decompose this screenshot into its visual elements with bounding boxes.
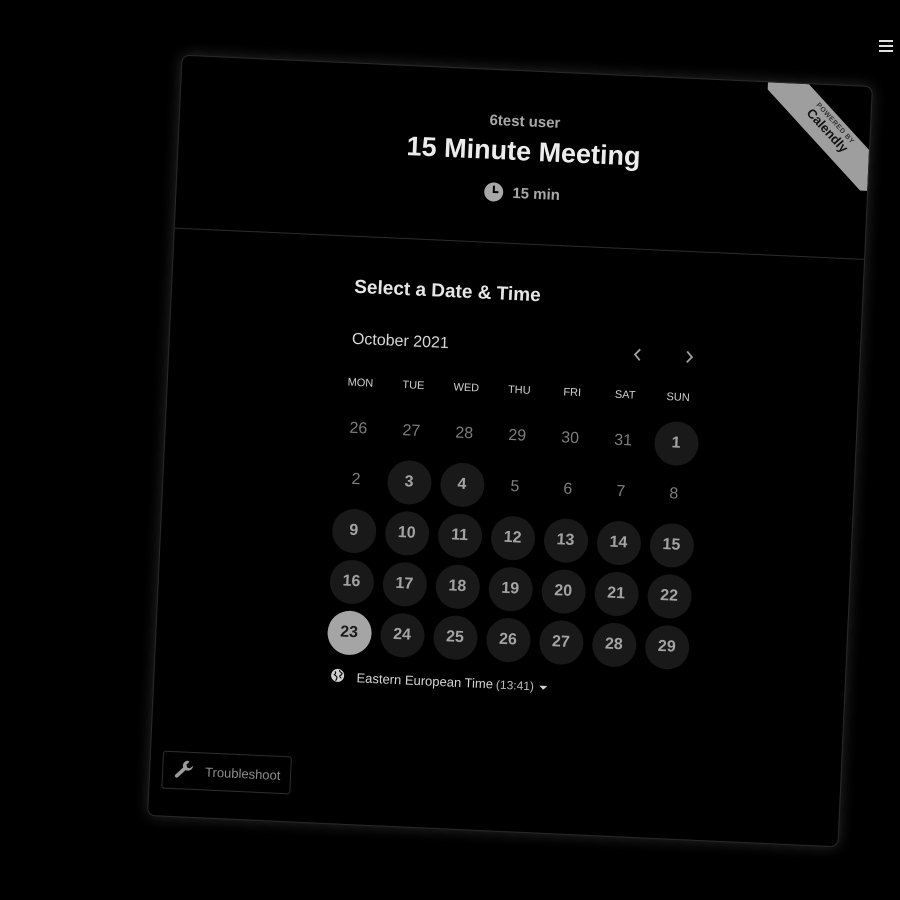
- calendar-day-available[interactable]: 10: [383, 509, 430, 556]
- weekday-label: FRI: [563, 386, 582, 400]
- calendar-day-disabled: 27: [402, 421, 421, 440]
- calendar-day-disabled: 6: [563, 479, 573, 498]
- calendar-day-disabled: 30: [560, 428, 580, 447]
- calendar-day-disabled: 26: [349, 419, 368, 437]
- calendar-day-available[interactable]: 29: [643, 623, 690, 670]
- troubleshoot-button[interactable]: Troubleshoot: [161, 750, 293, 795]
- calendar-day-available[interactable]: 26: [484, 616, 531, 663]
- calendar-day-available[interactable]: 25: [432, 614, 478, 661]
- calendar-day-disabled: 28: [454, 424, 474, 442]
- powered-by-ribbon-container: POWERED BY Calendly: [763, 82, 872, 191]
- calendar-day-available[interactable]: 14: [595, 519, 642, 566]
- calendar-day-available[interactable]: 11: [436, 512, 483, 559]
- weekday-label: WED: [453, 381, 480, 395]
- weekday-label: THU: [507, 383, 531, 397]
- select-date-time-title: Select a Date & Time: [353, 276, 542, 307]
- calendar-day-disabled: 8: [668, 484, 679, 503]
- calendar-day-available[interactable]: 20: [540, 568, 587, 615]
- calendar-grid: MON TUE WED THU FRI SAT SUN 26 27 28 29 30 31…: [321, 376, 705, 674]
- calendar-day-available[interactable]: 19: [487, 565, 534, 612]
- calendar-day-available[interactable]: 27: [537, 619, 584, 665]
- calendar-day-available[interactable]: 12: [489, 514, 536, 561]
- calendar-day-available[interactable]: 18: [434, 563, 481, 610]
- calendar-day-disabled: 5: [510, 477, 520, 495]
- powered-by-calendly-ribbon[interactable]: POWERED BY Calendly: [763, 82, 872, 191]
- timezone-current-time: (13:41): [495, 677, 535, 694]
- booking-card: POWERED BY Calendly 6test user 15 Minute…: [147, 54, 873, 848]
- month-label: October 2021: [351, 330, 450, 353]
- calendar-day-available[interactable]: 9: [330, 507, 377, 554]
- timezone-name: Eastern European Time: [356, 670, 494, 692]
- calendar-day-available[interactable]: 4: [438, 461, 485, 508]
- chevron-right-icon: [686, 350, 694, 364]
- weekday-label: MON: [347, 376, 374, 390]
- clock-icon: [483, 182, 504, 203]
- next-month-button[interactable]: [676, 343, 703, 370]
- calendar-day-available[interactable]: 1: [653, 420, 700, 466]
- duration-label: 15 min: [512, 184, 561, 204]
- calendar-day-disabled: 2: [351, 470, 361, 488]
- wrench-icon: [173, 758, 196, 784]
- troubleshoot-label: Troubleshoot: [204, 764, 281, 783]
- calendar-day-available[interactable]: 17: [381, 560, 428, 607]
- calendar-day-available[interactable]: 15: [648, 521, 695, 568]
- calendar-day-available[interactable]: 24: [379, 611, 426, 658]
- calendar-day-disabled: 7: [615, 482, 626, 500]
- timezone-label: Eastern European Time (13:41): [356, 670, 548, 694]
- calendar-day-disabled: 29: [507, 426, 527, 445]
- calendar-day-disabled: 31: [613, 431, 633, 450]
- calendar-weeks: 26 27 28 29 30 31 1 2 3 4 5 6 7 8 9 10 11 12 13 14 15 16 17 18 1…: [321, 402, 704, 674]
- timezone-selector[interactable]: Eastern European Time (13:41): [330, 668, 548, 695]
- weekday-label: SAT: [614, 388, 636, 402]
- calendar-day-available[interactable]: 22: [646, 572, 693, 619]
- caret-down-icon: [538, 685, 548, 690]
- calendar-day-available[interactable]: 13: [542, 517, 589, 564]
- prev-month-button[interactable]: [624, 341, 651, 368]
- weekday-label: SUN: [666, 391, 690, 405]
- calendar-day-available[interactable]: 3: [386, 458, 432, 505]
- weekday-label: TUE: [402, 379, 425, 393]
- calendar-day-available[interactable]: 21: [593, 570, 640, 617]
- calendar-day-available[interactable]: 28: [590, 621, 637, 668]
- globe-icon: [330, 668, 345, 686]
- calendar-day-selected[interactable]: 23: [326, 609, 373, 656]
- chevron-left-icon: [633, 348, 641, 361]
- hamburger-menu-icon[interactable]: [879, 40, 893, 54]
- calendar-day-available[interactable]: 16: [328, 558, 375, 605]
